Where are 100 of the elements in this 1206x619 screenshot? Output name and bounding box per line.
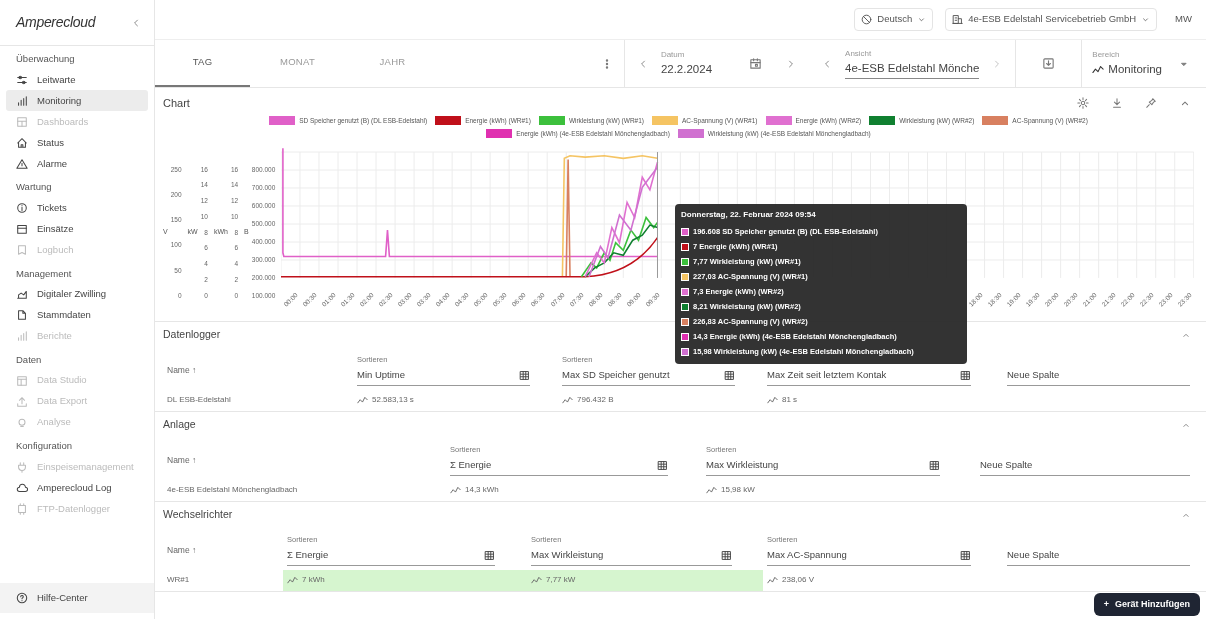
table-cell-text: DL ESB-Edelstahl [166, 394, 232, 406]
download-box-icon [1042, 57, 1056, 70]
language-select[interactable]: Deutsch [854, 8, 934, 31]
column-field[interactable]: Σ Energie [450, 455, 669, 476]
section-title: Datenlogger [163, 326, 221, 342]
cloud-icon [16, 481, 28, 494]
table-cell: 81 s [763, 389, 1003, 411]
card-title: Chart [163, 95, 190, 111]
tooltip-title: Donnerstag, 22. Februar 2024 09:54 [681, 209, 817, 221]
table-cell: 7 kWh [283, 569, 527, 591]
layout-icon [16, 115, 28, 128]
sidebar-item[interactable]: Tickets [6, 197, 148, 219]
grid-icon [929, 459, 941, 471]
add-device-button[interactable]: + Gerät Hinzufügen [1093, 592, 1200, 616]
trend-icon [562, 394, 573, 406]
column-field[interactable]: Neue Spalte [1007, 545, 1190, 566]
grid-icon [960, 369, 972, 381]
caret-icon [1141, 15, 1151, 24]
column-field[interactable]: Max Wirkleistung [531, 545, 732, 566]
settings-button[interactable] [1074, 94, 1092, 112]
column-field[interactable]: Max AC-Spannung [767, 545, 972, 566]
column-header[interactable]: Name ↑ [167, 363, 197, 377]
sidebar-item[interactable]: Amperecloud Log [6, 477, 148, 499]
sidebar-item[interactable]: Stammdaten [6, 304, 148, 326]
grid-icon [960, 549, 972, 561]
section-title: Anlage [163, 416, 196, 432]
trend-icon [767, 574, 778, 586]
sidebar-section-title: Daten [15, 352, 43, 367]
grid-icon [483, 549, 495, 561]
trend-icon [357, 394, 368, 406]
logo: Amperecloud [16, 13, 96, 32]
table-cell: 796.432 B [558, 389, 763, 411]
company-select[interactable]: 4e-ESB Edelstahl Servicebetrieb GmbH [945, 8, 1158, 31]
sidebar-item[interactable]: Alarme [6, 153, 148, 175]
grid-icon [724, 369, 736, 381]
trend-icon [706, 484, 717, 496]
field-value[interactable]: 22.2.2024 [660, 60, 713, 79]
column-field[interactable]: Neue Spalte [980, 455, 1190, 476]
field-value[interactable]: Monitoring [1108, 60, 1162, 79]
field-value[interactable]: 4e-ESB Edelstahl Mönche [845, 60, 980, 79]
pin-icon [1145, 97, 1157, 109]
house-icon [16, 136, 28, 149]
upload-icon [16, 395, 28, 408]
column-field[interactable]: Max SD Speicher genutzt [562, 365, 736, 386]
table-icon [16, 374, 28, 387]
trend-icon [767, 394, 778, 406]
bar-chart-icon [16, 330, 28, 343]
user-initials[interactable]: MW [1169, 12, 1198, 27]
help-icon [16, 592, 28, 604]
column-field[interactable]: Max Zeit seit letztem Kontak [767, 365, 972, 386]
sidebar-item[interactable]: Monitoring [6, 90, 148, 112]
chevron-left-icon [131, 17, 141, 28]
trend-icon [531, 574, 542, 586]
field-label: Bereich [1092, 48, 1121, 61]
grid-icon [720, 549, 732, 561]
bar-chart-icon [16, 94, 28, 107]
sidebar-section-title: Überwachung [15, 52, 76, 66]
table-cell: 238,06 V [763, 569, 1003, 591]
table-cell: 7,77 kW [527, 569, 763, 591]
sidebar-item[interactable]: Digitaler Zwilling [6, 283, 148, 305]
warning-icon [16, 157, 28, 170]
sidebar-section-title: Konfiguration [15, 439, 73, 453]
building-icon [952, 14, 964, 25]
sidebar-item[interactable]: Leitwarte [6, 69, 148, 91]
column-header[interactable]: Name ↑ [167, 453, 197, 467]
download-icon [1111, 97, 1123, 109]
table-cell: 52.583,13 s [353, 389, 558, 411]
chip-icon [16, 502, 28, 515]
field-label: Ansicht [845, 48, 873, 61]
bulb-icon [16, 416, 28, 429]
bookmark-icon [16, 244, 28, 256]
grid-icon [519, 369, 531, 381]
column-field[interactable]: Max Wirkleistung [706, 455, 941, 476]
caret-icon [917, 15, 927, 24]
section-title: Wechselrichter [163, 506, 233, 522]
help-center-item[interactable]: Hilfe-Center [0, 583, 154, 613]
column-field[interactable]: Neue Spalte [1007, 365, 1190, 386]
table-cell: 15,98 kW [702, 479, 976, 501]
period-tab[interactable]: TAG [155, 40, 250, 87]
trend-icon [287, 574, 298, 586]
trend-icon [1092, 63, 1105, 76]
info-icon [16, 202, 28, 214]
table-cell-text: 4e-ESB Edelstahl Mönchengladbach [166, 484, 299, 496]
calendar-icon [16, 223, 28, 235]
sliders-icon [16, 73, 28, 86]
sidebar-section-title: Wartung [15, 180, 53, 195]
plug-icon [16, 460, 28, 473]
sidebar-item[interactable]: Einsätze [6, 218, 148, 240]
column-header[interactable]: Name ↑ [167, 543, 197, 557]
table-cell-text: WR#1 [166, 574, 191, 586]
sidebar-item[interactable]: Status [6, 132, 148, 154]
table-cell: 14,3 kWh [446, 479, 702, 501]
field-label: Datum [660, 48, 686, 61]
column-field[interactable]: Σ Energie [287, 545, 495, 566]
column-field[interactable]: Min Uptime [357, 365, 531, 386]
sidebar-section-title: Management [15, 266, 73, 281]
grid-icon [657, 459, 669, 471]
settings-icon [1077, 97, 1089, 109]
calendar-icon [749, 57, 763, 70]
document-icon [16, 309, 28, 322]
